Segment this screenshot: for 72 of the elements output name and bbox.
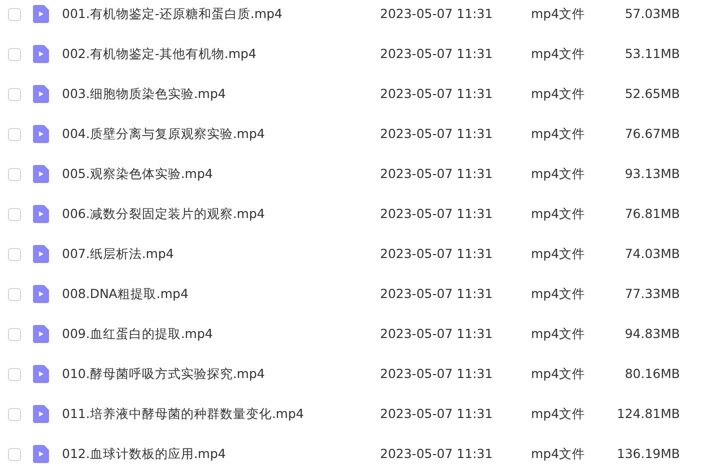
checkbox[interactable]	[8, 88, 21, 100]
file-size: 80.16MB	[624, 364, 680, 383]
file-size: 93.13MB	[624, 164, 680, 183]
modified-date: 2023-05-07 11:31	[380, 364, 494, 383]
video-file-icon	[33, 325, 49, 343]
video-file-icon	[33, 285, 49, 303]
checkbox[interactable]	[8, 248, 21, 260]
file-name[interactable]: 003.细胞物质染色实验.mp4	[62, 84, 380, 104]
file-type: mp4文件	[531, 404, 586, 423]
file-size: 76.81MB	[624, 204, 680, 223]
checkbox[interactable]	[8, 368, 21, 380]
checkbox[interactable]	[8, 448, 21, 460]
modified-date: 2023-05-07 11:31	[380, 4, 494, 23]
checkbox[interactable]	[8, 208, 21, 220]
modified-date: 2023-05-07 11:31	[380, 444, 494, 463]
file-size: 136.19MB	[616, 444, 680, 463]
checkbox[interactable]	[8, 288, 21, 300]
file-type: mp4文件	[531, 284, 586, 303]
file-name[interactable]: 010.酵母菌呼吸方式实验探究.mp4	[62, 364, 380, 384]
modified-date: 2023-05-07 11:31	[380, 164, 494, 183]
video-file-icon	[33, 445, 49, 463]
file-type: mp4文件	[531, 324, 586, 343]
file-size: 52.65MB	[624, 84, 680, 103]
video-file-icon	[33, 165, 49, 183]
file-name[interactable]: 007.纸层析法.mp4	[62, 244, 380, 264]
modified-date: 2023-05-07 11:31	[380, 324, 494, 343]
modified-date: 2023-05-07 11:31	[380, 244, 494, 263]
file-type: mp4文件	[531, 364, 586, 383]
modified-date: 2023-05-07 11:31	[380, 204, 494, 223]
modified-date: 2023-05-07 11:31	[380, 84, 494, 103]
file-name[interactable]: 011.培养液中酵母菌的种群数量变化.mp4	[62, 404, 380, 424]
file-name[interactable]: 005.观察染色体实验.mp4	[62, 164, 380, 184]
file-name[interactable]: 006.减数分裂固定装片的观察.mp4	[62, 204, 380, 224]
file-name[interactable]: 002.有机物鉴定-其他有机物.mp4	[62, 44, 380, 64]
modified-date: 2023-05-07 11:31	[380, 404, 494, 423]
file-type: mp4文件	[531, 244, 586, 263]
file-size: 94.83MB	[624, 324, 680, 343]
modified-date: 2023-05-07 11:31	[380, 124, 494, 143]
checkbox[interactable]	[8, 408, 21, 420]
file-type: mp4文件	[531, 124, 586, 143]
file-name[interactable]: 008.DNA粗提取.mp4	[62, 284, 380, 304]
file-name[interactable]: 012.血球计数板的应用.mp4	[62, 444, 380, 464]
modified-date: 2023-05-07 11:31	[380, 284, 494, 303]
video-file-icon	[33, 45, 49, 63]
file-type: mp4文件	[531, 444, 586, 463]
video-file-icon	[33, 245, 49, 263]
file-type: mp4文件	[531, 4, 586, 23]
file-name[interactable]: 001.有机物鉴定-还原糖和蛋白质.mp4	[62, 4, 380, 24]
file-type: mp4文件	[531, 164, 586, 183]
file-name[interactable]: 004.质壁分离与复原观察实验.mp4	[62, 124, 380, 144]
file-size: 57.03MB	[624, 4, 680, 23]
video-file-icon	[33, 405, 49, 423]
file-type: mp4文件	[531, 44, 586, 63]
file-size: 76.67MB	[624, 124, 680, 143]
checkbox[interactable]	[8, 168, 21, 180]
file-size: 74.03MB	[624, 244, 680, 263]
file-type: mp4文件	[531, 84, 586, 103]
checkbox[interactable]	[8, 48, 21, 60]
modified-date: 2023-05-07 11:31	[380, 44, 494, 63]
video-file-icon	[33, 125, 49, 143]
video-file-icon	[33, 5, 49, 23]
file-size: 124.81MB	[616, 404, 680, 423]
checkbox[interactable]	[8, 8, 21, 20]
checkbox[interactable]	[8, 128, 21, 140]
file-size: 77.33MB	[624, 284, 680, 303]
file-name[interactable]: 009.血红蛋白的提取.mp4	[62, 324, 380, 344]
video-file-icon	[33, 85, 49, 103]
video-file-icon	[33, 205, 49, 223]
file-type: mp4文件	[531, 204, 586, 223]
file-size: 53.11MB	[624, 44, 680, 63]
video-file-icon	[33, 365, 49, 383]
checkbox[interactable]	[8, 328, 21, 340]
